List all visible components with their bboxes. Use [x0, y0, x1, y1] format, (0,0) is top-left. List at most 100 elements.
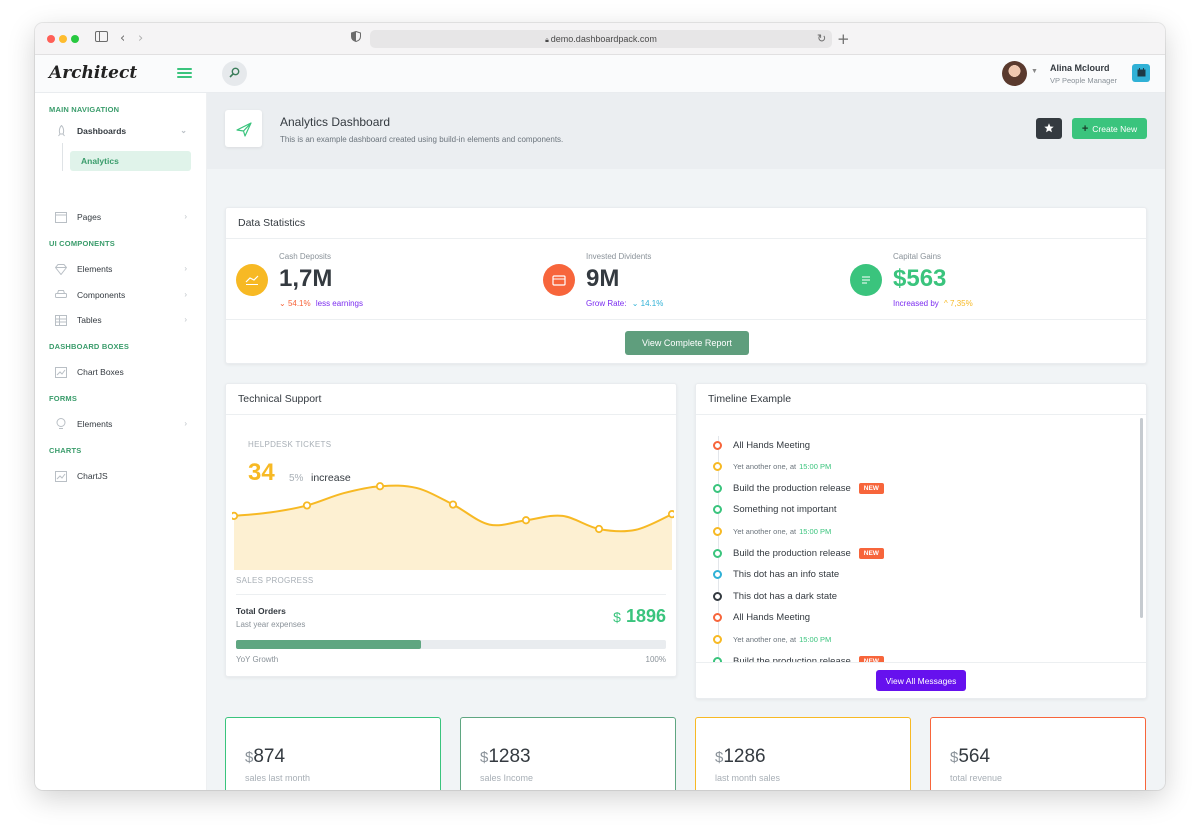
new-tab-icon[interactable]: + [837, 31, 850, 47]
nav-heading-forms: FORMS [49, 394, 78, 403]
app-logo[interactable]: Architect [49, 63, 137, 83]
timeline-text: Something not important [733, 504, 837, 515]
timeline-dot [713, 634, 722, 644]
stat-note: Increased by [893, 299, 939, 308]
minimize-window-button[interactable] [59, 35, 67, 43]
sidebar-item-pages[interactable]: Pages › [55, 208, 195, 226]
sidebar-item-analytics[interactable]: Analytics [70, 151, 191, 171]
timeline-dot [713, 548, 722, 558]
timeline-label: This dot has an info state [733, 569, 840, 581]
bulb-icon [55, 418, 67, 430]
close-window-button[interactable] [47, 35, 55, 43]
timeline-label: All Hands Meeting [733, 612, 811, 624]
calendar-button[interactable] [1132, 64, 1150, 82]
submenu-line [62, 143, 63, 171]
document-icon [850, 264, 882, 296]
sidebar-item-tables[interactable]: Tables › [55, 311, 195, 329]
sidebar-item-elements[interactable]: Elements › [55, 260, 195, 278]
arrow-down-icon: ⌄ [631, 299, 639, 308]
view-complete-report-button[interactable]: View Complete Report [625, 331, 749, 355]
timeline-dot [713, 526, 722, 536]
stat-footer: Increased by ^ 7,35% [893, 299, 973, 308]
scrollbar[interactable] [1140, 418, 1143, 618]
box-label: sales Income [480, 773, 534, 783]
back-icon[interactable]: ‹ [120, 31, 125, 47]
chart-point[interactable] [302, 501, 312, 510]
stat-box: $874 sales last month [225, 717, 441, 790]
timeline-label: Something not important [733, 504, 837, 516]
timeline-list[interactable]: All Hands Meeting Yet another one, at 15:0… [696, 416, 1146, 662]
sidebar-item-components[interactable]: Components › [55, 286, 195, 304]
nav-heading-dashboard-boxes: DASHBOARD BOXES [49, 342, 130, 351]
rocket-icon [55, 125, 67, 137]
timeline-time: 15:00 PM [799, 634, 832, 644]
timeline-text: This dot has an info state [733, 569, 839, 580]
chart-area [234, 485, 672, 570]
sidebar-item-label: Components [77, 290, 126, 300]
box-value: $874 [245, 746, 285, 768]
card-footer: View Complete Report [226, 319, 1148, 364]
card-title: Technical Support [226, 384, 676, 415]
browser-icon [55, 211, 67, 223]
timeline-time: 15:00 PM [799, 462, 832, 472]
diamond-icon [55, 263, 67, 275]
sidebar-item-chart-boxes[interactable]: Chart Boxes [55, 363, 195, 381]
stat-footer: Grow Rate: ⌄ 14.1% [586, 299, 663, 308]
stat-note: less earnings [315, 299, 363, 308]
chart-point[interactable] [375, 482, 385, 491]
timeline-label: All Hands Meeting [733, 439, 811, 451]
helpdesk-label: HELPDESK TICKETS [248, 440, 332, 449]
orders-amount: 1896 [625, 606, 666, 626]
card-footer: View All Messages [696, 662, 1146, 699]
chart-point[interactable] [448, 500, 458, 509]
timeline-dot [713, 570, 722, 580]
star-icon [1044, 120, 1054, 138]
shield-icon [351, 30, 361, 47]
sidebar-item-label: Pages [77, 212, 102, 222]
chart-point[interactable] [521, 516, 531, 525]
nav-heading-ui: UI COMPONENTS [49, 239, 115, 248]
forward-icon[interactable]: › [138, 31, 143, 47]
timeline-time: 15:00 PM [799, 526, 832, 536]
favorite-button[interactable] [1036, 118, 1062, 139]
wallet-icon [236, 264, 268, 296]
calendar-icon [1137, 64, 1146, 82]
sidebar: MAIN NAVIGATION Dashboards ⌄ Analytics P… [35, 93, 207, 790]
sidebar-item-chartjs[interactable]: ChartJS [55, 467, 195, 485]
zoom-window-button[interactable] [71, 35, 79, 43]
browser-toolbar: ‹ › 🔒︎ demo.dashboardpack.com ↻ + [35, 23, 1165, 55]
timeline-item: Yet another one, at 15:00 PM [713, 459, 831, 475]
sales-progress-label: SALES PROGRESS [236, 576, 314, 585]
timeline-dot [713, 483, 722, 493]
timeline-item: Build the production release NEW [713, 545, 884, 561]
search-button[interactable] [222, 61, 247, 86]
timeline-dot [713, 462, 722, 472]
chart-point[interactable] [232, 511, 239, 520]
sidebar-item-dashboards[interactable]: Dashboards ⌄ [55, 122, 195, 140]
timeline-item: Yet another one, at 15:00 PM [713, 631, 831, 647]
chart-point[interactable] [594, 524, 604, 534]
reload-icon[interactable]: ↻ [817, 31, 826, 47]
sidebar-item-label: Elements [77, 264, 113, 274]
timeline-item: Build the production release NEW [713, 653, 884, 662]
chart-point[interactable] [667, 510, 674, 519]
menu-icon[interactable] [177, 68, 192, 78]
timeline-label: Yet another one, at [733, 634, 797, 644]
stat-box: $564 total revenue [930, 717, 1146, 790]
address-bar[interactable]: 🔒︎ demo.dashboardpack.com [370, 30, 832, 48]
avatar[interactable] [1002, 61, 1027, 86]
plane-icon [225, 110, 262, 147]
stat-box: $1283 sales Income [460, 717, 676, 790]
sidebar-item-label: Dashboards [77, 126, 127, 136]
view-all-messages-button[interactable]: View All Messages [876, 670, 966, 691]
timeline-dot [713, 440, 722, 450]
sidebar-item-form-elements[interactable]: Elements › [55, 415, 195, 433]
chevron-down-icon[interactable]: ▼ [1031, 68, 1038, 75]
timeline-dot [713, 613, 722, 623]
box-label: total revenue [950, 773, 1003, 783]
timeline-item: This dot has a dark state [713, 588, 837, 604]
box-label: last month sales [715, 773, 781, 783]
timeline-item: Yet another one, at 15:00 PM [713, 523, 831, 539]
sidebar-toggle-icon[interactable] [95, 31, 108, 47]
create-new-button[interactable]: + Create New [1072, 118, 1147, 139]
